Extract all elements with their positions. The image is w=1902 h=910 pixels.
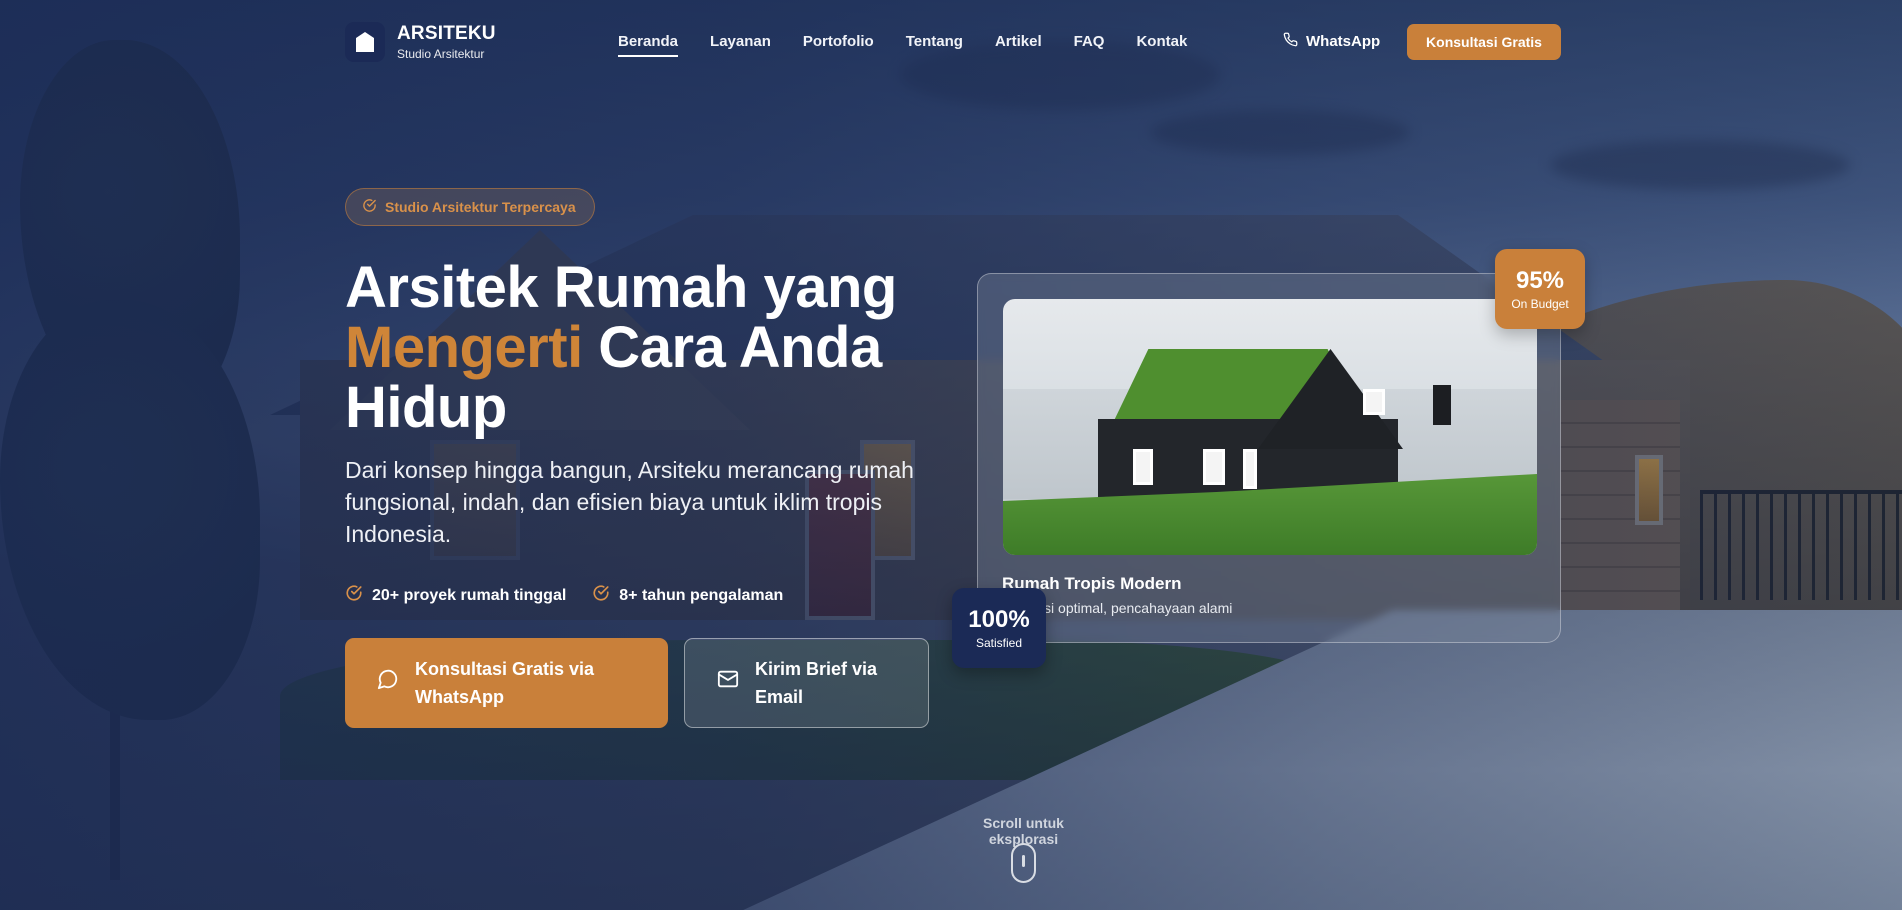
brand-tagline: Studio Arsitektur xyxy=(397,47,485,61)
whatsapp-link-label: WhatsApp xyxy=(1306,33,1381,50)
hero-background-photo xyxy=(0,0,1902,910)
primary-cta-line-1: Konsultasi Gratis via xyxy=(415,659,595,679)
feature-list: 20+ proyek rumah tinggal 8+ tahun pengal… xyxy=(345,584,783,607)
trust-badge: Studio Arsitektur Terpercaya xyxy=(345,188,595,226)
whatsapp-link[interactable]: WhatsApp xyxy=(1283,32,1380,51)
scroll-mouse-icon[interactable] xyxy=(1011,843,1036,883)
headline-line-1: Arsitek Rumah yang xyxy=(345,255,897,320)
on-budget-stat-badge: 95% On Budget xyxy=(1495,249,1585,329)
stat-label: Satisfied xyxy=(975,636,1023,650)
email-brief-label: Kirim Brief via Email xyxy=(755,655,877,711)
feature-label: 8+ tahun pengalaman xyxy=(619,586,784,604)
brand-name: ARSITEKU xyxy=(397,23,496,44)
mail-icon xyxy=(717,668,739,698)
house-icon xyxy=(345,22,385,62)
top-navbar: ARSITEKU Studio Arsitektur Beranda Layan… xyxy=(0,0,1902,84)
nav-item-faq[interactable]: FAQ xyxy=(1074,33,1105,50)
feature-item: 20+ proyek rumah tinggal xyxy=(345,584,566,607)
satisfied-stat-badge: 100% Satisfied xyxy=(952,588,1046,668)
check-circle-icon xyxy=(362,198,377,216)
check-circle-icon xyxy=(592,584,610,607)
free-consultation-button[interactable]: Konsultasi Gratis xyxy=(1407,24,1561,60)
whatsapp-consultation-button[interactable]: Konsultasi Gratis via WhatsApp xyxy=(345,638,668,728)
phone-icon xyxy=(1283,32,1298,51)
feature-item: 8+ tahun pengalaman xyxy=(592,584,783,607)
nav-item-artikel[interactable]: Artikel xyxy=(995,33,1042,50)
trust-badge-label: Studio Arsitektur Terpercaya xyxy=(385,199,576,215)
secondary-cta-line-2: Email xyxy=(755,687,804,707)
whatsapp-consultation-label: Konsultasi Gratis via WhatsApp xyxy=(415,655,594,711)
chat-bubble-icon xyxy=(377,668,399,698)
main-menu: Beranda Layanan Portofolio Tentang Artik… xyxy=(618,33,1187,57)
stat-value: 100% xyxy=(968,606,1030,633)
stat-label: On Budget xyxy=(1511,297,1569,311)
headline-line-2-rest: Cara Anda xyxy=(582,315,882,380)
email-brief-button[interactable]: Kirim Brief via Email xyxy=(684,638,929,728)
nav-item-kontak[interactable]: Kontak xyxy=(1136,33,1187,50)
nav-item-beranda[interactable]: Beranda xyxy=(618,33,679,57)
headline-accent-word: Mengerti xyxy=(345,315,583,380)
brand-logo[interactable]: ARSITEKU Studio Arsitektur xyxy=(345,22,496,62)
secondary-cta-line-1: Kirim Brief via xyxy=(755,659,878,679)
feature-label: 20+ proyek rumah tinggal xyxy=(372,586,567,604)
hero-headline: Arsitek Rumah yang Mengerti Cara Anda Hi… xyxy=(345,258,945,438)
headline-line-3: Hidup xyxy=(345,375,507,440)
project-showcase-card: Rumah Tropis Modern Ventilasi optimal, p… xyxy=(977,273,1561,643)
primary-cta-line-2: WhatsApp xyxy=(415,687,504,707)
nav-item-portofolio[interactable]: Portofolio xyxy=(803,33,874,50)
hero-description: Dari konsep hingga bangun, Arsiteku mera… xyxy=(345,457,914,547)
check-circle-icon xyxy=(345,584,363,607)
stat-value: 95% xyxy=(1515,267,1565,294)
nav-item-tentang[interactable]: Tentang xyxy=(906,33,963,50)
project-photo xyxy=(1003,299,1537,555)
nav-item-layanan[interactable]: Layanan xyxy=(710,33,771,50)
